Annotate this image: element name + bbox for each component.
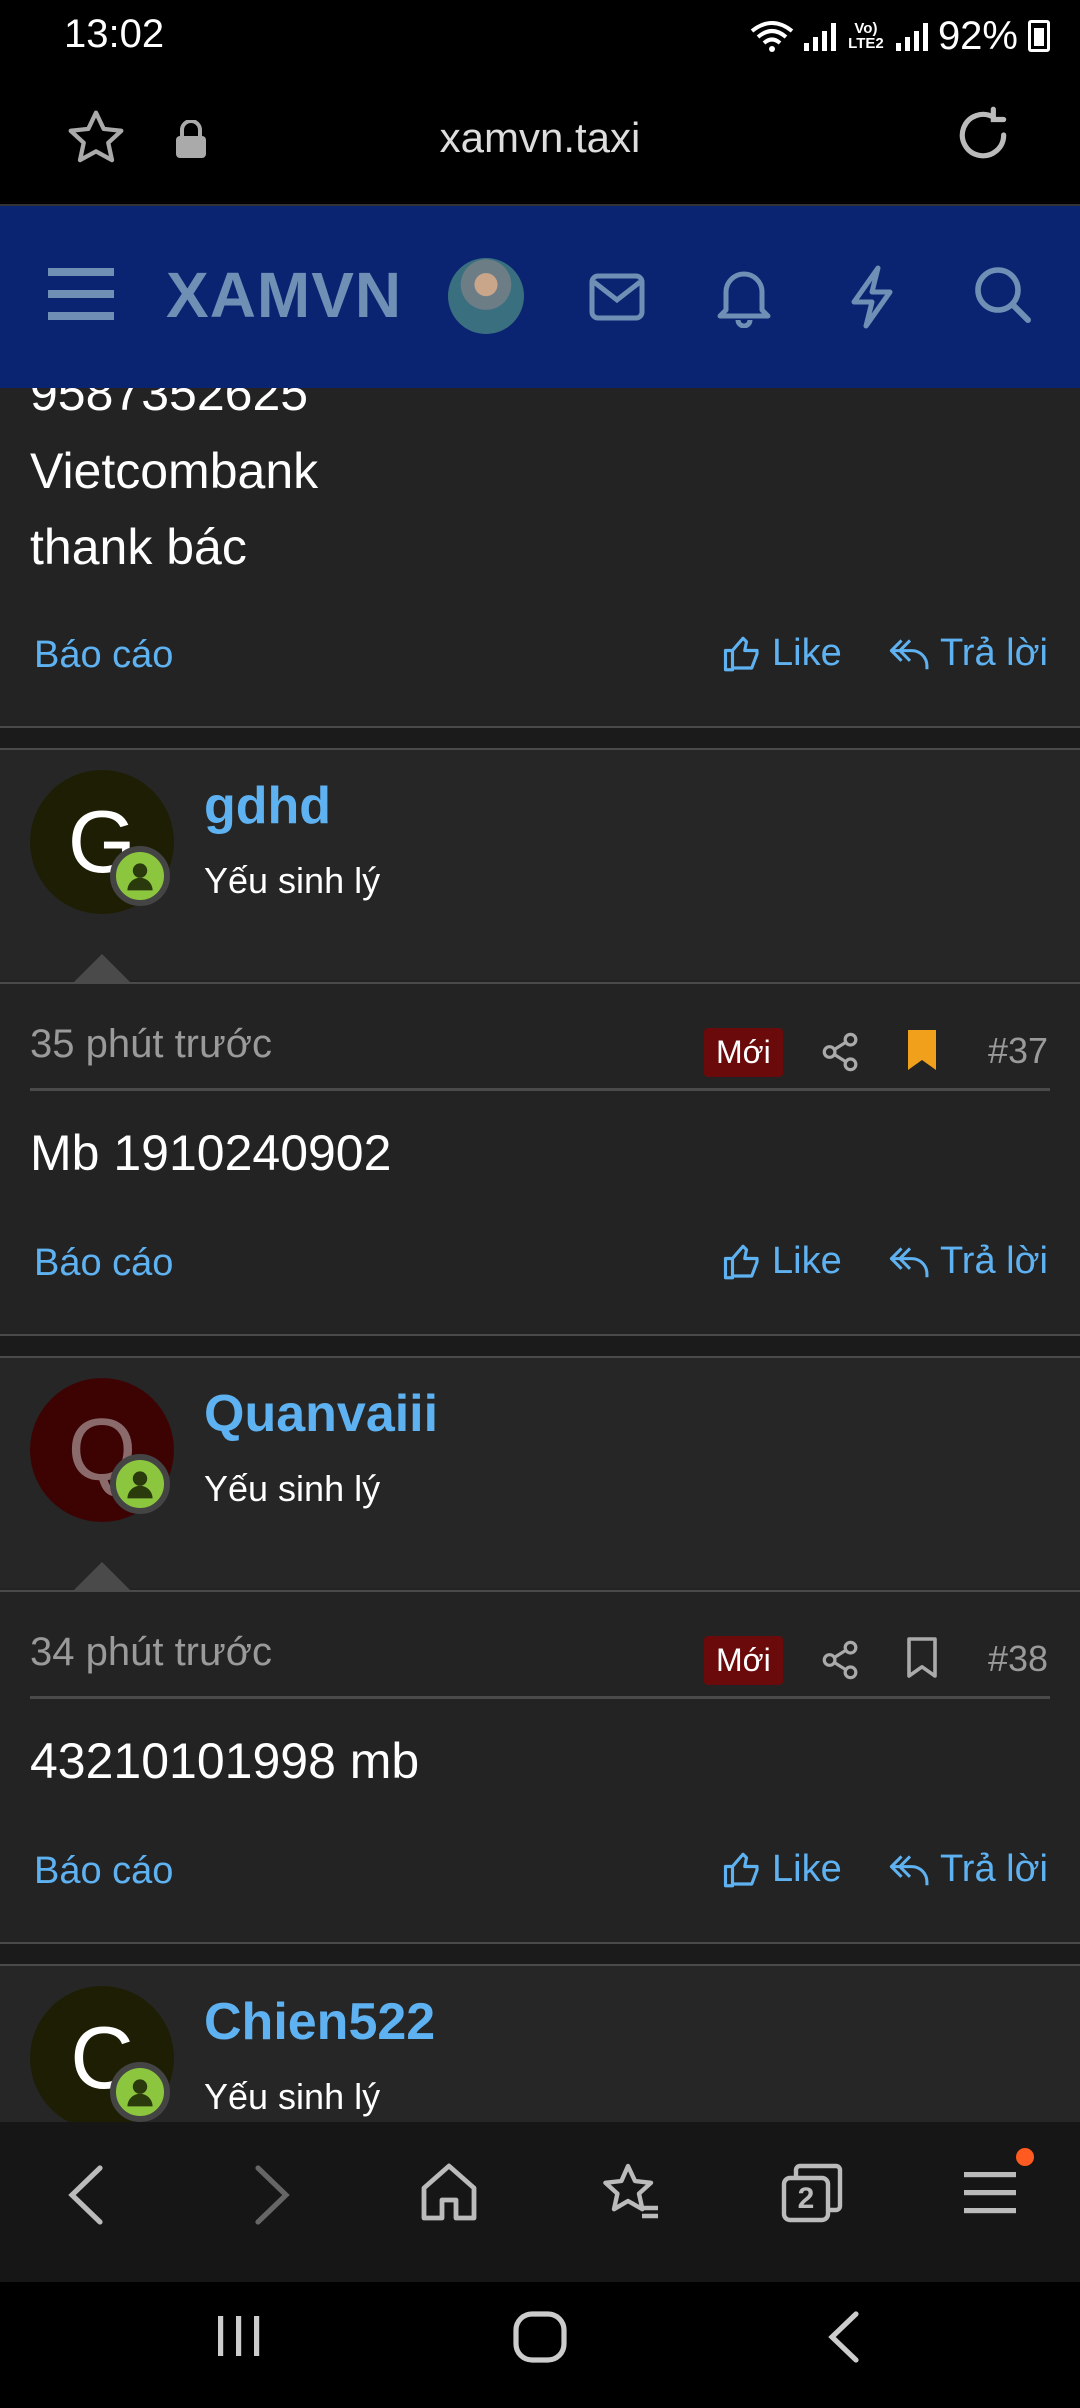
like-button[interactable]: Like [722,632,842,675]
user-title: Yếu sinh lý [204,1468,381,1509]
system-nav-bar [0,2282,1080,2408]
divider [0,982,1080,984]
battery-icon [1028,20,1050,52]
like-label: Like [772,1848,842,1890]
username[interactable]: Chien522 [204,1992,435,2052]
post-time[interactable]: 35 phút trước [30,1022,272,1067]
share-icon[interactable] [822,1640,860,1680]
back-nav-icon[interactable] [826,2310,862,2364]
back-icon[interactable] [66,2164,106,2226]
report-link[interactable]: Báo cáo [34,634,173,677]
tab-count: 2 [797,2182,815,2215]
volte-label: Vo) LTE2 [848,20,884,52]
report-link[interactable]: Báo cáo [34,1242,173,1285]
post-number[interactable]: #38 [988,1638,1048,1680]
post-time[interactable]: 34 phút trước [30,1630,272,1675]
post-body-line: Vietcombank [30,443,319,499]
thread-content: 9587352625 Vietcombank thank bác Báo cáo… [0,388,1080,2122]
site-header: XAMVN [0,206,1080,388]
user-arrow [74,954,130,982]
online-status-icon [110,846,170,906]
new-badge: Mới [704,1636,783,1685]
username[interactable]: Quanvaiii [204,1384,438,1444]
reply-button[interactable]: Trả lời [888,1848,1048,1891]
status-time: 13:02 [64,12,165,56]
search-icon[interactable] [974,266,1032,326]
meta-divider [30,1088,1050,1091]
bell-icon[interactable] [716,264,772,328]
mail-icon[interactable] [588,272,646,322]
report-link[interactable]: Báo cáo [34,1850,173,1893]
reply-button[interactable]: Trả lời [888,1240,1048,1283]
thumbs-up-icon [723,1852,759,1887]
bookmark-icon[interactable] [906,1028,938,1072]
bookmark-icon[interactable] [906,1636,938,1680]
reply-label: Trả lời [940,632,1048,674]
post-number[interactable]: #37 [988,1030,1048,1072]
user-title: Yếu sinh lý [204,2076,381,2117]
online-status-icon [110,1454,170,1514]
username[interactable]: gdhd [204,776,331,836]
home-nav-icon[interactable] [512,2310,568,2364]
post-body-line: 9587352625 [30,388,309,421]
like-label: Like [772,1240,842,1282]
forward-icon[interactable] [252,2164,292,2226]
post-gap [0,728,1080,748]
thumbs-up-icon [723,636,759,671]
reply-label: Trả lời [940,1848,1048,1890]
user-title: Yếu sinh lý [204,860,381,901]
new-badge: Mới [704,1028,783,1077]
wifi-icon [750,21,794,52]
battery-percent: 92% [937,13,1018,58]
post-gap [0,1336,1080,1356]
user-avatar[interactable] [448,258,524,334]
like-button[interactable]: Like [722,1240,842,1283]
share-icon[interactable] [822,1032,860,1072]
lightning-icon[interactable] [848,264,896,330]
post-gap [0,1944,1080,1964]
like-button[interactable]: Like [722,1848,842,1891]
user-arrow [74,1562,130,1590]
bookmarks-icon[interactable] [598,2160,662,2224]
signal-icon-2 [895,21,928,51]
browser-url-bar: xamvn.taxi [0,70,1080,206]
browser-toolbar: 2 [0,2122,1080,2282]
reply-icon [889,638,929,669]
reply-icon [889,1246,929,1277]
home-icon[interactable] [420,2162,478,2222]
post-user-box: Q Quanvaiii Yếu sinh lý [0,1358,1080,1590]
divider [0,1590,1080,1592]
thumbs-up-icon [723,1244,759,1279]
signal-icon [803,21,836,51]
notification-dot [1016,2148,1034,2166]
online-status-icon [110,2062,170,2122]
site-logo[interactable]: XAMVN [166,258,402,332]
reply-icon [889,1854,929,1885]
post-user-box: G gdhd Yếu sinh lý [0,750,1080,982]
menu-icon[interactable] [964,2170,1016,2216]
status-icons: Vo) LTE2 92% [750,12,1050,60]
post-body-line: thank bác [30,519,247,575]
post-body: Mb 1910240902 [30,1125,392,1181]
reload-icon[interactable] [952,104,1014,166]
like-label: Like [772,632,842,674]
menu-icon[interactable] [48,266,114,324]
meta-divider [30,1696,1050,1699]
status-bar: 13:02 Vo) LTE2 92% [0,0,1080,70]
recent-apps-icon[interactable] [214,2312,264,2360]
reply-label: Trả lời [940,1240,1048,1282]
post-body: 43210101998 mb [30,1733,420,1789]
tabs-button[interactable]: 2 [780,2162,844,2224]
reply-button[interactable]: Trả lời [888,632,1048,675]
url-text[interactable]: xamvn.taxi [0,114,1080,162]
post-user-box: C Chien522 Yếu sinh lý [0,1966,1080,2122]
